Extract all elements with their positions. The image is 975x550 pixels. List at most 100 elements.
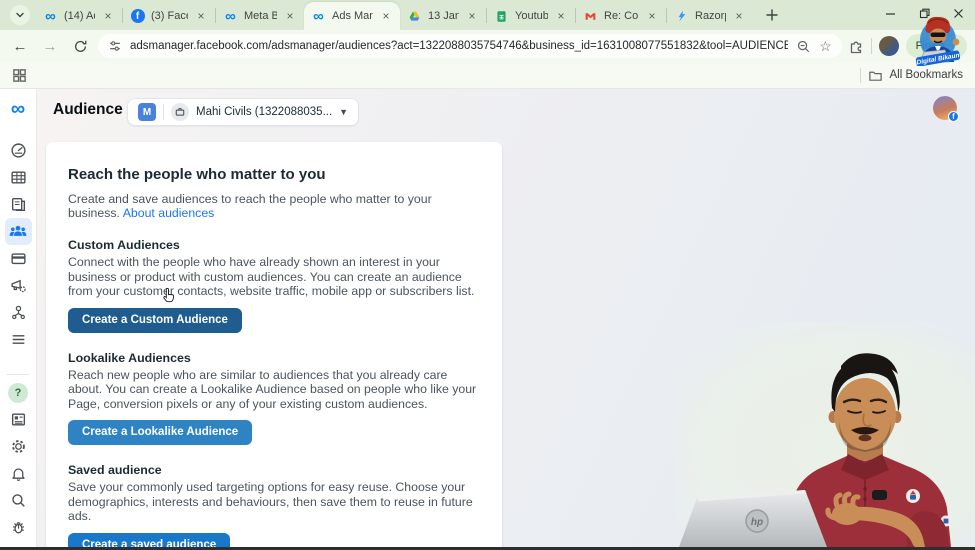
- account-avatar: M: [138, 103, 156, 121]
- create-custom-audience-button[interactable]: Create a Custom Audience: [68, 307, 242, 333]
- browser-tab-strip: ∞ (14) Ads M × f (3) Facebo × ∞ Meta Bus…: [0, 0, 975, 30]
- close-icon[interactable]: ×: [101, 9, 115, 23]
- new-tab-button[interactable]: [759, 2, 785, 28]
- apps-grid-icon[interactable]: [12, 68, 27, 83]
- gmail-icon: [583, 9, 598, 24]
- tab-facebook[interactable]: f (3) Facebo ×: [123, 2, 215, 30]
- audiences-card: Reach the people who matter to you Creat…: [46, 142, 502, 550]
- facebook-icon: f: [130, 9, 145, 24]
- sidebar-item-help[interactable]: ?: [5, 379, 32, 406]
- close-icon[interactable]: ×: [732, 9, 746, 23]
- all-bookmarks-button[interactable]: All Bookmarks: [890, 69, 964, 81]
- google-drive-icon: [407, 9, 422, 24]
- search-icon: [11, 494, 25, 507]
- tab-ads-manager-active[interactable]: ∞ Ads Manag ×: [304, 2, 400, 30]
- back-button[interactable]: ←: [8, 34, 32, 58]
- sidebar-item-ads-settings[interactable]: [5, 272, 32, 299]
- tab-title: Razorpay: [695, 10, 726, 22]
- chevron-down-icon: [16, 12, 24, 18]
- close-icon[interactable]: ×: [465, 9, 479, 23]
- tab-title: Meta Busi: [244, 10, 277, 22]
- tab-drive-doc[interactable]: 13 Jan 202 ×: [400, 2, 486, 30]
- tab-gmail[interactable]: Re: Conver ×: [576, 2, 666, 30]
- person-network-icon: [11, 305, 25, 320]
- close-icon[interactable]: ×: [283, 9, 297, 23]
- create-lookalike-audience-button[interactable]: Create a Lookalike Audience: [68, 420, 253, 445]
- about-audiences-link[interactable]: About audiences: [123, 206, 215, 220]
- browser-profile-avatar[interactable]: [878, 36, 899, 56]
- mascot-icon: Digital Bikaun: [915, 16, 960, 66]
- sidebar-item-all-tools[interactable]: [5, 326, 32, 353]
- section-body-lookalike: Reach new people who are similar to audi…: [68, 367, 477, 411]
- tab-search-button[interactable]: [10, 5, 30, 25]
- sidebar-item-notifications[interactable]: [5, 460, 32, 487]
- sidebar-item-report-bug[interactable]: [5, 514, 32, 541]
- gauge-icon: [10, 143, 26, 158]
- facebook-badge-icon: f: [948, 111, 959, 122]
- sidebar-item-search[interactable]: [5, 487, 32, 514]
- tab-meta-business[interactable]: ∞ Meta Busi ×: [216, 2, 304, 30]
- app-sidebar: ∞ ?: [0, 89, 37, 547]
- meta-icon: ∞: [225, 7, 236, 25]
- bookmark-star-icon[interactable]: ☆: [819, 39, 832, 53]
- bookmarks-right: All Bookmarks: [859, 67, 964, 83]
- close-icon[interactable]: ×: [379, 9, 393, 23]
- meta-icon: ∞: [313, 7, 324, 25]
- section-body-custom: Connect with the people who have already…: [68, 255, 475, 298]
- meta-icon: ∞: [45, 7, 56, 25]
- site-info-icon[interactable]: [108, 39, 122, 53]
- user-avatar[interactable]: f: [933, 96, 959, 122]
- tab-razorpay[interactable]: Razorpay ×: [667, 2, 753, 30]
- screen: ∞ (14) Ads M × f (3) Facebo × ∞ Meta Bus…: [0, 0, 975, 550]
- section-body-saved: Save your commonly used targeting option…: [68, 480, 473, 523]
- address-bar[interactable]: adsmanager.facebook.com/adsmanager/audie…: [98, 34, 842, 58]
- bookmarks-bar: All Bookmarks: [0, 62, 975, 89]
- app-header: Audience M Mahi Civils (1322088035... ▼ …: [37, 89, 975, 135]
- close-icon[interactable]: ×: [645, 9, 659, 23]
- tab-title: Youtube vi: [515, 10, 548, 22]
- close-icon[interactable]: ×: [554, 9, 568, 23]
- table-icon: [10, 171, 26, 184]
- sidebar-divider: [7, 374, 29, 375]
- url-text: adsmanager.facebook.com/adsmanager/audie…: [130, 40, 789, 52]
- bug-icon: [12, 522, 24, 534]
- channel-mascot-watermark: Digital Bikaun: [904, 14, 970, 66]
- audiences-people-icon: [9, 225, 27, 236]
- browser-toolbar: ← → adsmanager.facebook.com/adsmanager/a…: [0, 30, 975, 62]
- tab-youtube-sheet[interactable]: Youtube vi ×: [487, 2, 575, 30]
- tab-ads-1[interactable]: ∞ (14) Ads M ×: [36, 2, 122, 30]
- presenter-video-overlay: hp: [675, 322, 975, 547]
- sidebar-item-campaigns[interactable]: [5, 164, 32, 191]
- bell-icon: [11, 468, 25, 481]
- card-title: Reach the people who matter to you: [68, 166, 326, 183]
- meta-logo[interactable]: ∞: [11, 95, 25, 123]
- sidebar-item-events-manager[interactable]: [5, 299, 32, 326]
- close-icon[interactable]: ×: [194, 9, 208, 23]
- section-title-lookalike: Lookalike Audiences: [68, 350, 191, 365]
- section-title-custom: Custom Audiences: [68, 238, 180, 252]
- plus-icon: [766, 9, 778, 21]
- help-icon: ?: [8, 382, 28, 403]
- minimize-icon: [885, 12, 895, 15]
- reload-button[interactable]: [68, 34, 92, 58]
- gear-icon: [11, 440, 25, 453]
- folder-icon: [868, 71, 882, 81]
- zoom-out-icon[interactable]: [796, 39, 811, 54]
- sidebar-item-billing[interactable]: [5, 245, 32, 272]
- sidebar-item-ads-reporting[interactable]: [5, 191, 32, 218]
- sidebar-item-account-overview[interactable]: [5, 137, 32, 164]
- tab-title: (3) Facebo: [151, 10, 188, 22]
- minimize-button[interactable]: [873, 0, 907, 26]
- account-selector[interactable]: M Mahi Civils (1322088035... ▼: [127, 98, 360, 126]
- business-icon: [171, 103, 189, 121]
- sidebar-item-audiences[interactable]: [4, 218, 32, 245]
- bookmarks-divider: [859, 67, 861, 83]
- reload-icon: [74, 40, 86, 52]
- tab-title: Re: Conver: [604, 10, 639, 22]
- sidebar-item-settings[interactable]: [5, 433, 32, 460]
- hand-pointer-icon: [163, 287, 174, 303]
- forward-button[interactable]: →: [38, 34, 62, 58]
- extensions-icon[interactable]: [848, 38, 864, 54]
- sidebar-item-updates[interactable]: [5, 406, 32, 433]
- razorpay-icon: [674, 9, 689, 24]
